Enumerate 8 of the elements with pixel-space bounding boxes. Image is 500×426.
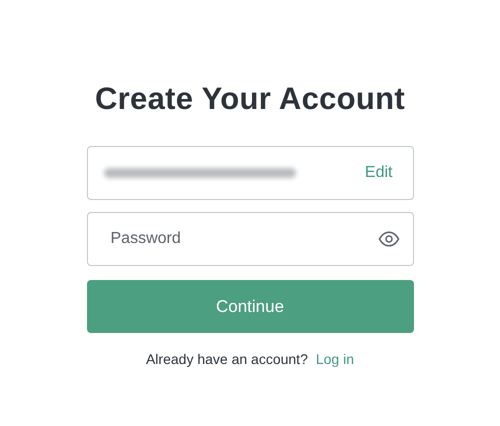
continue-button[interactable]: Continue <box>86 280 414 333</box>
edit-link[interactable]: Edit <box>364 164 392 182</box>
login-link[interactable]: Log in <box>316 351 354 367</box>
login-prompt: Already have an account? <box>146 351 308 367</box>
show-password-icon[interactable] <box>378 231 400 247</box>
password-field[interactable]: Password <box>86 212 414 266</box>
page-title: Create Your Account <box>94 80 406 118</box>
email-field[interactable]: Edit <box>86 146 414 200</box>
